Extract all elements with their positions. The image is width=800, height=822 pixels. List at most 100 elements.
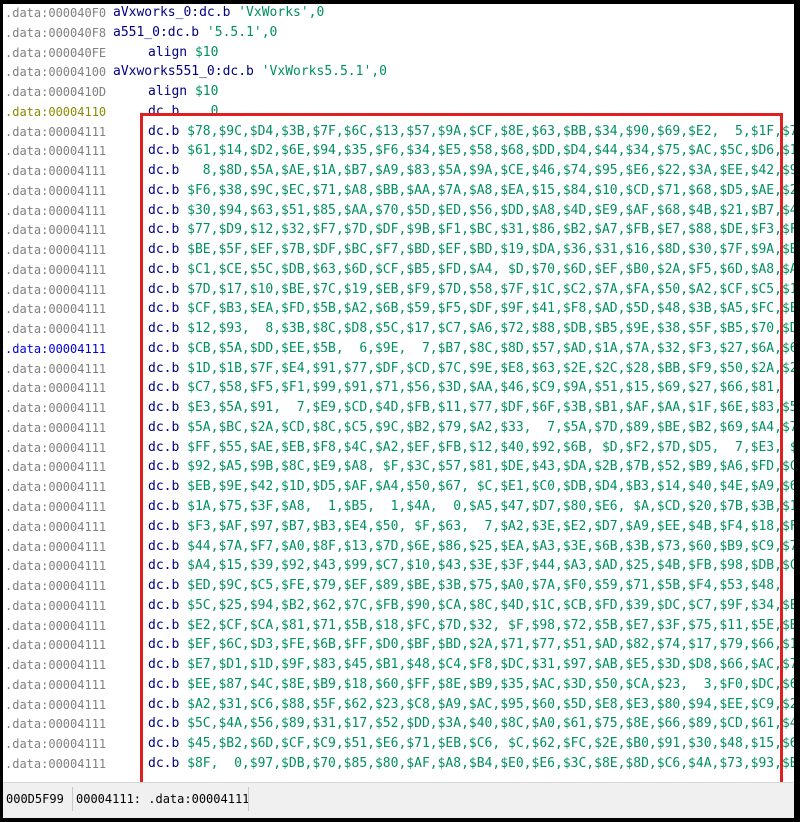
listing-line[interactable]: .data:00004111 dc.b $C7,$58,$F5,$F1,$99,$… xyxy=(3,380,794,400)
listing-line[interactable]: .data:00004111 dc.b $78,$9C,$D4,$3B,$7F,$… xyxy=(3,124,794,144)
listing-line[interactable]: .data:00004111 dc.b $EE,$87,$4C,$8E,$B9,$… xyxy=(3,677,794,697)
instruction: dc.b $5C,$4A,$56,$89,$31,$17,$52,$DD,$3A… xyxy=(148,716,794,731)
listing-line[interactable]: .data:00004111 dc.b $CB,$5A,$DD,$EE,$5B, … xyxy=(3,341,794,361)
line-address: .data:00004111 xyxy=(5,598,107,613)
listing-line[interactable]: .data:000040F0 aVxworks_0:dc.b 'VxWorks',… xyxy=(3,5,794,25)
line-address: .data:00004111 xyxy=(5,302,107,317)
listing-line[interactable]: .data:00004100 aVxworks551_0:dc.b 'VxWork… xyxy=(3,64,794,84)
line-label[interactable]: a551_0: xyxy=(113,25,168,40)
operand: $E7,$D1,$1D,$9F,$83,$45,$B1,$48,$C4,$F8,… xyxy=(179,657,794,673)
listing-line[interactable]: .data:00004111 dc.b $F6,$38,$9C,$EC,$71,$… xyxy=(3,183,794,203)
line-address: .data:00004111 xyxy=(5,539,107,554)
line-label[interactable]: aVxworks551_0: xyxy=(113,64,223,79)
listing-line[interactable]: .data:00004111 dc.b $EB,$9E,$42,$1D,$D5,$… xyxy=(3,479,794,499)
disassembly-listing[interactable]: .data:000040F0 aVxworks_0: dc.b 'VxWorks',… xyxy=(3,4,794,780)
operand: $8F, 0,$97,$DB,$70,$85,$80,$AF,$A8,$B4,$… xyxy=(179,755,794,771)
operand: $78,$9C,$D4,$3B,$7F,$6C,$13,$57,$9A,$CF,… xyxy=(179,123,794,139)
listing-line[interactable]: .data:00004111 dc.b $FF,$55,$AE,$EB,$F8,$… xyxy=(3,440,794,460)
line-address: .data:00004111 xyxy=(5,658,107,673)
operand: 'VxWorks',0 xyxy=(230,5,325,20)
mnemonic: dc.b xyxy=(148,281,180,297)
operand: $5C,$4A,$56,$89,$31,$17,$52,$DD,$3A,$40,… xyxy=(179,716,794,732)
instruction: dc.b $1A,$75,$3F,$A8, 1,$B5, 1,$4A, 0,$A… xyxy=(148,499,794,514)
listing-line[interactable]: .data:00004111 dc.b $44,$7A,$F7,$A0,$8F,$… xyxy=(3,539,794,559)
line-address: .data:00004111 xyxy=(5,500,107,514)
line-address: .data:00004110 xyxy=(5,104,107,119)
listing-line[interactable]: .data:00004111 dc.b $30,$94,$63,$51,$85,$… xyxy=(3,203,794,223)
operand: $F6,$38,$9C,$EC,$71,$A8,$BB,$AA,$7A,$A8,… xyxy=(179,182,794,198)
operand: $C1,$CE,$5C,$DB,$63,$6D,$CF,$B5,$FD,$A4,… xyxy=(179,261,794,277)
line-label[interactable]: aVxworks_0: xyxy=(113,5,199,20)
listing-line[interactable]: .data:00004111 dc.b $1A,$75,$3F,$A8, 1,$B… xyxy=(3,499,794,519)
mnemonic: dc.b xyxy=(148,538,180,554)
line-address: .data:00004111 xyxy=(5,420,107,435)
listing-line[interactable]: .data:00004111 dc.b $12,$93, 8,$3B,$8C,$D… xyxy=(3,321,794,341)
mnemonic: align xyxy=(148,44,188,60)
instruction: dc.b $7D,$17,$10,$BE,$7C,$19,$EB,$F9,$7D… xyxy=(148,282,794,297)
listing-line[interactable]: .data:00004111 dc.b $5C,$4A,$56,$89,$31,$… xyxy=(3,716,794,736)
mnemonic: dc.b xyxy=(148,479,180,495)
mnemonic: dc.b xyxy=(148,380,180,396)
line-address: .data:00004111 xyxy=(5,203,107,218)
instruction: dc.b 8,$8D,$5A,$AE,$1A,$B7,$A9,$83,$5A,$… xyxy=(148,163,794,178)
listing-line[interactable]: .data:000040FE align $10 xyxy=(3,45,794,65)
operand: $77,$D9,$12,$32,$F7,$7D,$DF,$9B,$F1,$BC,… xyxy=(179,222,794,238)
line-address: .data:00004111 xyxy=(5,401,107,416)
listing-line[interactable]: .data:00004111 dc.b $5C,$25,$94,$B2,$62,$… xyxy=(3,598,794,618)
mnemonic: dc.b xyxy=(148,360,180,376)
listing-line[interactable]: .data:00004111 dc.b $E7,$D1,$1D,$9F,$83,$… xyxy=(3,657,794,677)
mnemonic: dc.b xyxy=(148,617,180,633)
operand: $45,$B2,$6D,$CF,$C9,$51,$E6,$71,$EB,$C6,… xyxy=(179,736,794,752)
line-address: .data:000040F0 xyxy=(5,6,107,20)
mnemonic: dc.b xyxy=(148,459,180,475)
instruction: dc.b $FF,$55,$AE,$EB,$F8,$4C,$A2,$EF,$FB… xyxy=(148,440,794,455)
listing-line[interactable]: .data:00004111 dc.b $45,$B2,$6D,$CF,$C9,$… xyxy=(3,736,794,756)
mnemonic: dc.b xyxy=(148,637,180,653)
instruction: dc.b $30,$94,$63,$51,$85,$AA,$70,$5D,$ED… xyxy=(148,203,794,218)
listing-line[interactable]: .data:00004111 dc.b $A4,$15,$39,$92,$43,$… xyxy=(3,558,794,578)
listing-line[interactable]: .data:000040F8 a551_0:dc.b '5.5.1',0 xyxy=(3,25,794,45)
mnemonic: dc.b xyxy=(148,597,180,613)
line-address: .data:00004111 xyxy=(5,440,107,455)
listing-line[interactable]: .data:00004111 dc.b 8,$8D,$5A,$AE,$1A,$B7… xyxy=(3,163,794,183)
mnemonic: dc.b xyxy=(148,400,180,416)
listing-line[interactable]: .data:00004111 dc.b $CF,$B3,$EA,$FD,$5B,$… xyxy=(3,301,794,321)
instruction: dc.b $8F, 0,$97,$DB,$70,$85,$80,$AF,$A8,… xyxy=(148,756,794,771)
listing-line[interactable]: .data:00004111 dc.b $8F, 0,$97,$DB,$70,$8… xyxy=(3,756,794,776)
operand: 0 xyxy=(179,103,219,119)
operand: $61,$14,$D2,$6E,$94,$35,$F6,$34,$E5,$58,… xyxy=(179,143,794,159)
listing-line[interactable]: .data:00004111 dc.b $EF,$6C,$D3,$FE,$6B,$… xyxy=(3,637,794,657)
listing-line[interactable]: .data:00004111 dc.b $7D,$17,$10,$BE,$7C,$… xyxy=(3,282,794,302)
listing-line[interactable]: .data:00004111 dc.b $E3,$5A,$91, 7,$E9,$C… xyxy=(3,400,794,420)
status-separator xyxy=(72,787,73,811)
listing-line[interactable]: .data:00004111 dc.b $BE,$5F,$EF,$7B,$DF,$… xyxy=(3,242,794,262)
operand: $10 xyxy=(187,44,219,60)
listing-line[interactable]: .data:0000410D align $10 xyxy=(3,84,794,104)
listing-line[interactable]: .data:00004111 dc.b $A2,$31,$C6,$88,$5F,$… xyxy=(3,697,794,717)
operand: $E3,$5A,$91, 7,$E9,$CD,$4D,$FB,$11,$77,$… xyxy=(179,400,794,416)
operand: $5A,$BC,$2A,$CD,$8C,$C5,$9C,$B2,$79,$A2,… xyxy=(179,419,794,435)
listing-line[interactable]: .data:00004111 dc.b $E2,$CF,$CA,$81,$71,$… xyxy=(3,618,794,638)
mnemonic: dc.b xyxy=(148,340,180,356)
listing-line[interactable]: .data:00004110 dc.b 0 xyxy=(3,104,794,124)
listing-line[interactable]: .data:00004111 dc.b $1D,$1B,$7F,$E4,$91,$… xyxy=(3,361,794,381)
listing-line[interactable]: .data:00004111 dc.b $ED,$9C,$C5,$FE,$79,$… xyxy=(3,578,794,598)
listing-line[interactable]: .data:00004111 dc.b $F3,$AF,$97,$B7,$B3,$… xyxy=(3,519,794,539)
listing-line[interactable]: .data:00004111 dc.b $61,$14,$D2,$6E,$94,$… xyxy=(3,143,794,163)
operand: 'VxWorks5.5.1',0 xyxy=(253,64,387,80)
operand: $EE,$87,$4C,$8E,$B9,$18,$60,$FF,$8E,$B9,… xyxy=(179,676,794,692)
instruction: dc.b $5A,$BC,$2A,$CD,$8C,$C5,$9C,$B2,$79… xyxy=(148,420,794,435)
listing-line[interactable]: .data:00004111 dc.b $92,$A5,$9B,$8C,$E9,$… xyxy=(3,459,794,479)
status-bar: 000D5F99 00004111: .data:00004111 xyxy=(3,782,794,818)
instruction: dc.b $E7,$D1,$1D,$9F,$83,$45,$B1,$48,$C4… xyxy=(148,657,794,672)
listing-line[interactable]: .data:00004111 dc.b $77,$D9,$12,$32,$F7,$… xyxy=(3,222,794,242)
operand: $CB,$5A,$DD,$EE,$5B, 6,$9E, 7,$B7,$8C,$8… xyxy=(179,340,794,356)
listing-line[interactable]: .data:00004111 dc.b $5A,$BC,$2A,$CD,$8C,$… xyxy=(3,420,794,440)
instruction: dc.b $CF,$B3,$EA,$FD,$5B,$A2,$6B,$59,$F5… xyxy=(148,301,794,316)
line-address: .data:00004111 xyxy=(5,262,107,277)
listing-line[interactable]: .data:00004111 dc.b $C1,$CE,$5C,$DB,$63,$… xyxy=(3,262,794,282)
status-position: 00004111: .data:00004111 xyxy=(76,792,250,806)
line-address: .data:00004100 xyxy=(5,65,107,80)
mnemonic: dc.b xyxy=(148,696,180,712)
line-address: .data:00004111 xyxy=(5,164,107,179)
